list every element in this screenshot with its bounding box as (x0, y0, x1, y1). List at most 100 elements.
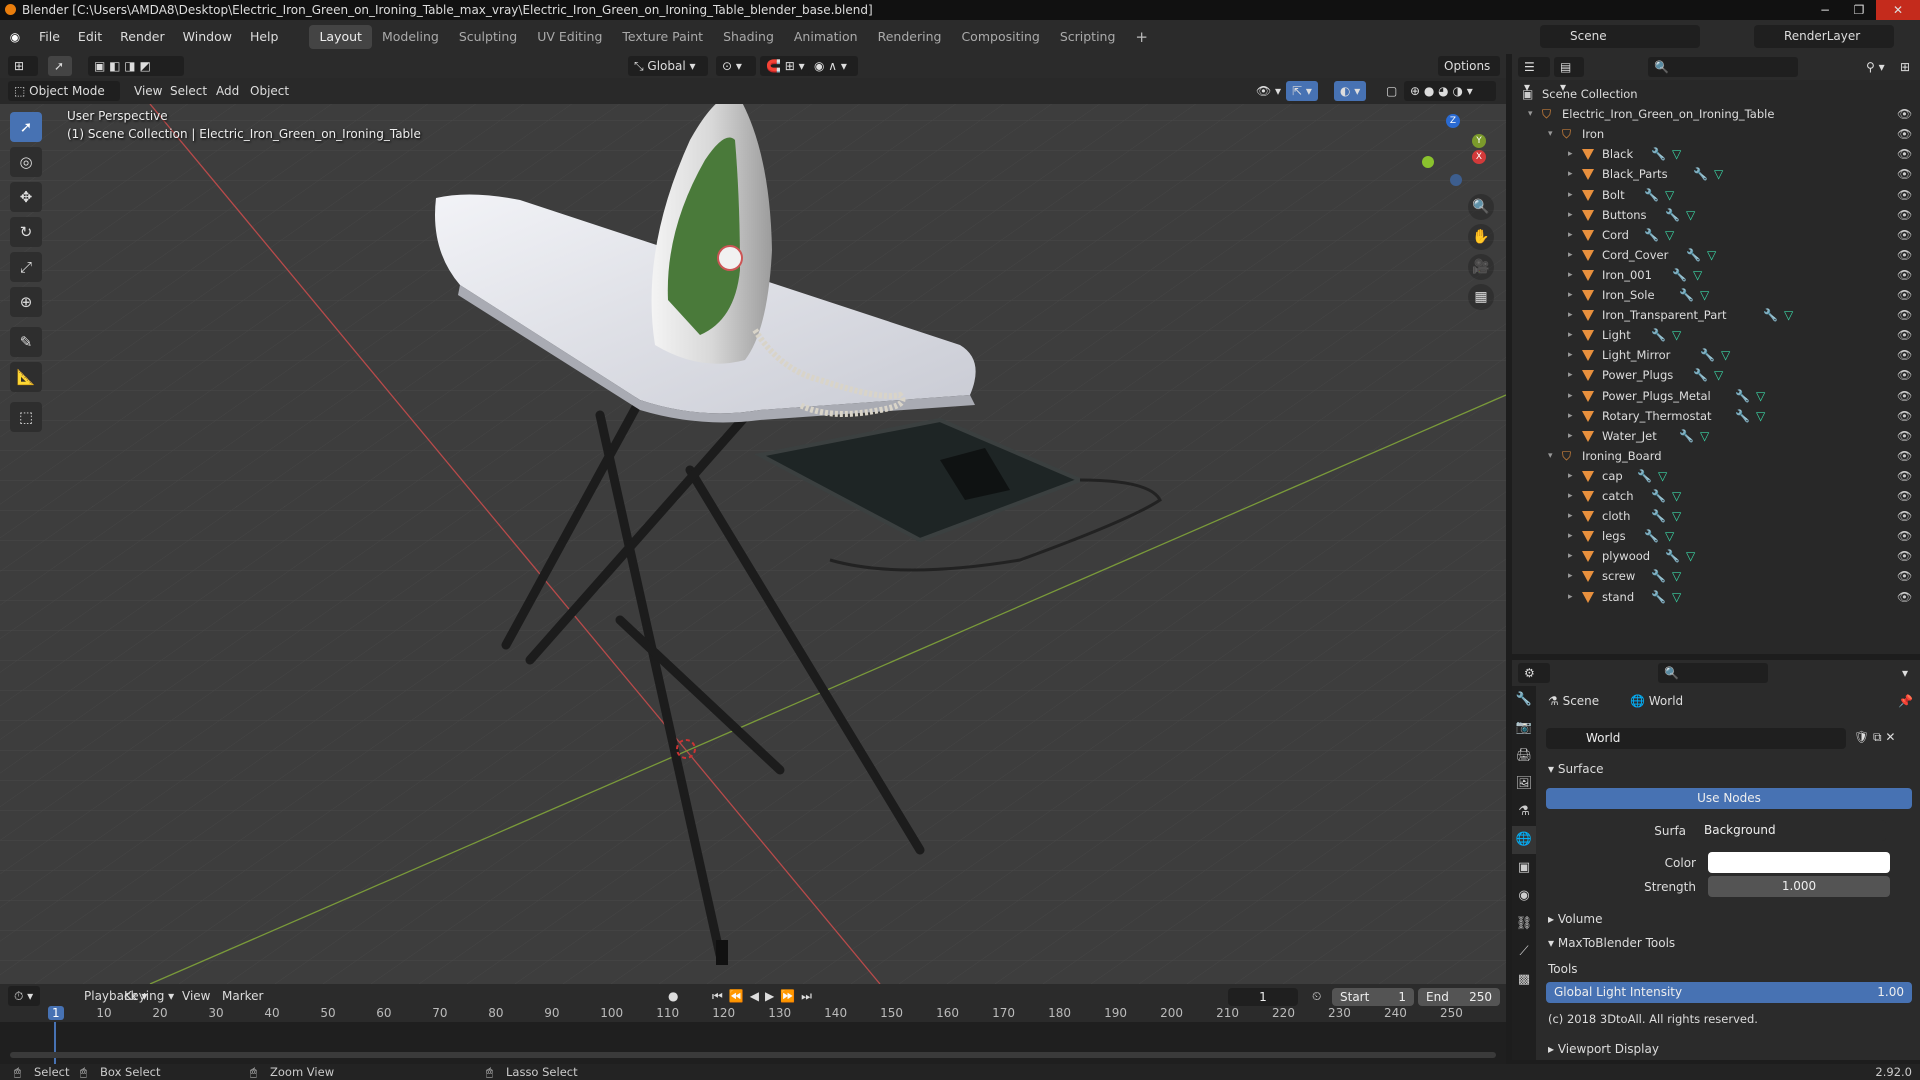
expand-arrow-icon[interactable]: ▸ (1568, 285, 1573, 305)
visibility-eye-icon[interactable]: 👁 (1897, 185, 1912, 205)
outliner-item-iron_sole[interactable]: ▸ Iron_Sole 🔧 ▽ 👁 (1512, 285, 1920, 305)
zoom-icon[interactable]: 🔍 (1468, 194, 1494, 220)
select-box-tool[interactable]: ➚ (10, 112, 42, 142)
volume-panel-header[interactable]: ▸ Volume (1548, 912, 1602, 926)
visibility-eye-icon[interactable]: 👁 (1897, 506, 1912, 526)
outliner-item-cloth[interactable]: ▸ cloth 🔧 ▽ 👁 (1512, 506, 1920, 526)
visibility-eye-icon[interactable]: 👁 (1897, 486, 1912, 506)
tab-sculpting[interactable]: Sculpting (449, 25, 527, 49)
cursor-tool[interactable]: ◎ (10, 147, 42, 177)
outliner-item-black_parts[interactable]: ▸ Black_Parts 🔧 ▽ 👁 (1512, 164, 1920, 184)
record-icon[interactable]: ● (662, 986, 684, 1006)
outliner-collection-main[interactable]: ▾ ⛉ Electric_Iron_Green_on_Ironing_Table 👁 (1512, 104, 1920, 124)
outliner-item-light_mirror[interactable]: ▸ Light_Mirror 🔧 ▽ 👁 (1512, 345, 1920, 365)
global-light-intensity-slider[interactable]: Global Light Intensity 1.00 (1546, 982, 1912, 1003)
visibility-eye-icon[interactable]: 👁 (1897, 285, 1912, 305)
navigation-gizmo[interactable]: Z Y X (1422, 114, 1498, 190)
outliner-collection-iron[interactable]: ▾ ⛉ Iron 👁 (1512, 124, 1920, 144)
visibility-eye-icon[interactable]: 👁 (1897, 265, 1912, 285)
outliner-item-cord[interactable]: ▸ Cord 🔧 ▽ 👁 (1512, 225, 1920, 245)
preview-range-icon[interactable]: ⏲ (1306, 986, 1327, 1006)
expand-arrow-icon[interactable]: ▸ (1568, 144, 1573, 164)
tab-rendering[interactable]: Rendering (868, 25, 952, 49)
expand-arrow-icon[interactable]: ▸ (1568, 345, 1573, 365)
scale-tool[interactable]: ⤢ (10, 252, 42, 282)
visibility-eye-icon[interactable]: 👁 (1897, 225, 1912, 245)
gizmo-neg-y[interactable] (1422, 156, 1434, 168)
visibility-eye-icon[interactable]: 👁 (1897, 124, 1912, 144)
outliner-item-legs[interactable]: ▸ legs 🔧 ▽ 👁 (1512, 526, 1920, 546)
pin-icon[interactable]: 📌 (1898, 694, 1913, 708)
add-cube-tool[interactable]: ⬚ (10, 402, 42, 432)
tab-scripting[interactable]: Scripting (1050, 25, 1126, 49)
viewport-menu-view[interactable]: View (128, 81, 168, 101)
expand-arrow-icon[interactable]: ▸ (1568, 386, 1573, 406)
visibility-eye-icon[interactable]: 👁 (1897, 526, 1912, 546)
render-layer-selector[interactable]: RenderLayer (1754, 25, 1894, 48)
mode-dropdown[interactable]: ⬚ Object Mode ▾ (8, 81, 120, 118)
outliner-item-power_plugs_metal[interactable]: ▸ Power_Plugs_Metal 🔧 ▽ 👁 (1512, 386, 1920, 406)
tool-tab-icon[interactable]: 🔧 (1512, 686, 1536, 714)
visibility-eye-icon[interactable]: 👁 (1897, 205, 1912, 225)
timeline-menu-marker[interactable]: Marker (216, 986, 269, 1006)
expand-arrow-icon[interactable]: ▾ (1548, 124, 1553, 144)
timeline-menu-keying[interactable]: Keying ▾ (118, 986, 180, 1006)
pan-hand-icon[interactable]: ✋ (1468, 224, 1494, 250)
gizmo-neg-z[interactable] (1450, 174, 1462, 186)
outliner-item-iron_transparent_part[interactable]: ▸ Iron_Transparent_Part 🔧 ▽ 👁 (1512, 305, 1920, 325)
expand-arrow-icon[interactable]: ▸ (1568, 305, 1573, 325)
object-tab-icon[interactable]: ▣ (1512, 854, 1536, 882)
world-datablock-field[interactable]: World (1546, 728, 1846, 749)
xray-toggle-icon[interactable]: ▢ (1380, 81, 1403, 101)
maximize-button[interactable]: ❐ (1842, 0, 1876, 20)
tab-compositing[interactable]: Compositing (951, 25, 1049, 49)
menu-render[interactable]: Render (111, 20, 174, 54)
outliner-item-power_plugs[interactable]: ▸ Power_Plugs 🔧 ▽ 👁 (1512, 365, 1920, 385)
outliner-scene-collection[interactable]: ▣ Scene Collection (1512, 84, 1920, 104)
expand-arrow-icon[interactable]: ▸ (1568, 185, 1573, 205)
expand-arrow-icon[interactable]: ▸ (1568, 365, 1573, 385)
visibility-eye-icon[interactable]: 👁 (1897, 245, 1912, 265)
outliner-item-water_jet[interactable]: ▸ Water_Jet 🔧 ▽ 👁 (1512, 426, 1920, 446)
color-swatch[interactable] (1708, 852, 1890, 873)
timeline-menu-view[interactable]: View (176, 986, 216, 1006)
expand-arrow-icon[interactable]: ▸ (1568, 466, 1573, 486)
properties-editor-type-icon[interactable]: ⚙ ▾ (1518, 663, 1550, 700)
view-layer-tab-icon[interactable]: 🖼 (1512, 770, 1536, 798)
blender-menu-icon[interactable]: ◉ (0, 30, 30, 44)
outliner-item-bolt[interactable]: ▸ Bolt 🔧 ▽ 👁 (1512, 185, 1920, 205)
editor-type-icon[interactable]: ⊞ (8, 56, 38, 76)
world-breadcrumb[interactable]: 🌐 World (1630, 694, 1683, 708)
menu-file[interactable]: File (30, 20, 69, 54)
max-tools-panel-header[interactable]: ▾ MaxToBlender Tools (1548, 936, 1675, 950)
current-frame-field[interactable]: 1 (1228, 988, 1298, 1006)
visibility-eye-icon[interactable]: 👁 (1897, 305, 1912, 325)
viewport-menu-add[interactable]: Add (210, 81, 245, 101)
select-mode-icons[interactable]: ▣ ◧ ◨ ◩ (88, 56, 184, 76)
viewport-display-panel-header[interactable]: ▸ Viewport Display (1548, 1042, 1659, 1056)
fake-user-icon[interactable]: 🛡 ⧉ ✕ (1854, 730, 1896, 745)
expand-arrow-icon[interactable]: ▸ (1568, 164, 1573, 184)
rotate-tool[interactable]: ↻ (10, 217, 42, 247)
annotate-tool[interactable]: ✎ (10, 327, 42, 357)
expand-arrow-icon[interactable]: ▸ (1568, 406, 1573, 426)
gizmo-x-axis[interactable]: X (1472, 150, 1486, 164)
visibility-eye-icon[interactable]: 👁 (1897, 406, 1912, 426)
properties-options-icon[interactable]: ▾ (1896, 663, 1914, 683)
timeline-editor-type-icon[interactable]: ⏱ ▾ (8, 986, 40, 1006)
minimize-button[interactable]: − (1808, 0, 1842, 20)
gizmo-z-axis[interactable]: Z (1446, 114, 1460, 128)
display-mode-icon[interactable]: ▤ ▾ (1554, 57, 1584, 94)
perspective-toggle-icon[interactable]: ▦ (1468, 284, 1494, 310)
overlay-toggle-icon[interactable]: ◐ ▾ (1334, 81, 1367, 101)
outliner-item-cap[interactable]: ▸ cap 🔧 ▽ 👁 (1512, 466, 1920, 486)
outliner-collection-ironing_board[interactable]: ▾ ⛉ Ironing_Board 👁 (1512, 446, 1920, 466)
3d-viewport[interactable]: User Perspective (1) Scene Collection | … (0, 104, 1506, 984)
menu-window[interactable]: Window (174, 20, 241, 54)
expand-arrow-icon[interactable]: ▸ (1568, 587, 1573, 607)
visibility-eye-icon[interactable]: 👁 (1897, 446, 1912, 466)
outliner-item-screw[interactable]: ▸ screw 🔧 ▽ 👁 (1512, 566, 1920, 586)
expand-arrow-icon[interactable]: ▸ (1568, 225, 1573, 245)
expand-arrow-icon[interactable]: ▸ (1568, 245, 1573, 265)
output-tab-icon[interactable]: 🖨 (1512, 742, 1536, 770)
